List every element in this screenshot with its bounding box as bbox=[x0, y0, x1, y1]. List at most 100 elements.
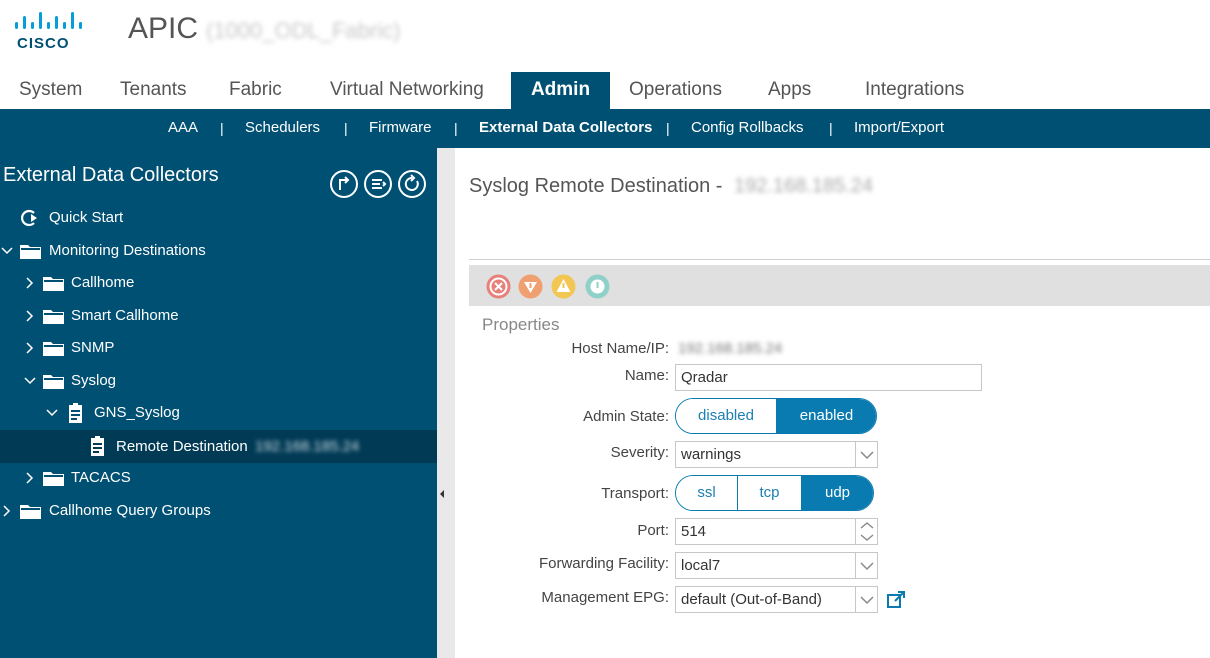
admin-state-label: Admin State: bbox=[583, 408, 669, 425]
header-bar: CISCO APIC (1000_ODL_Fabric) bbox=[0, 0, 1210, 72]
chevron-down-icon[interactable] bbox=[1, 245, 13, 257]
refresh-icon[interactable] bbox=[398, 170, 426, 198]
document-icon bbox=[69, 403, 82, 423]
pane-splitter[interactable] bbox=[437, 148, 455, 658]
folder-icon bbox=[20, 505, 41, 519]
subnav-schedulers[interactable]: Schedulers bbox=[245, 109, 320, 148]
open-external-icon[interactable] bbox=[886, 590, 906, 610]
divider bbox=[469, 259, 1210, 260]
tree-item-label: GNS_Syslog bbox=[94, 404, 180, 421]
tab-system[interactable]: System bbox=[19, 72, 82, 109]
tree-item-label: Monitoring Destinations bbox=[49, 242, 206, 259]
major-fault-icon[interactable] bbox=[518, 274, 543, 299]
page-title-text: Syslog Remote Destination - bbox=[469, 175, 723, 197]
tree-item-syslog[interactable]: Syslog bbox=[0, 366, 437, 396]
folder-icon bbox=[43, 277, 64, 291]
chevron-right-icon[interactable] bbox=[24, 472, 36, 484]
tree-item-gns-syslog[interactable]: GNS_Syslog bbox=[0, 398, 437, 428]
port-stepper[interactable] bbox=[855, 519, 877, 544]
fault-summary-bar bbox=[469, 265, 1210, 306]
tree-item-remote-destination[interactable]: Remote Destination 192.168.185.24 bbox=[0, 430, 437, 463]
tab-integrations[interactable]: Integrations bbox=[865, 72, 964, 109]
tab-apps[interactable]: Apps bbox=[768, 72, 811, 109]
tab-admin[interactable]: Admin bbox=[511, 72, 610, 109]
subnav-external-data-collectors[interactable]: External Data Collectors bbox=[479, 109, 652, 148]
severity-value: warnings bbox=[681, 446, 742, 463]
port-label: Port: bbox=[637, 522, 669, 539]
tab-fabric[interactable]: Fabric bbox=[229, 72, 282, 109]
tree-item-label: SNMP bbox=[71, 339, 115, 356]
admin-state-disabled-button[interactable]: disabled bbox=[676, 399, 777, 433]
tree-item-quick-start[interactable]: Quick Start bbox=[0, 203, 437, 233]
epg-label: Management EPG: bbox=[541, 589, 669, 606]
chevron-right-icon[interactable] bbox=[24, 277, 36, 289]
critical-fault-icon[interactable] bbox=[486, 274, 511, 299]
chevron-down-icon[interactable] bbox=[855, 442, 877, 467]
folder-icon bbox=[43, 375, 64, 389]
tab-operations[interactable]: Operations bbox=[629, 72, 722, 109]
chevron-down-icon[interactable] bbox=[855, 553, 877, 578]
transport-toggle: ssl tcp udp bbox=[675, 475, 874, 511]
transport-udp-button[interactable]: udp bbox=[802, 476, 873, 510]
chevron-right-icon[interactable] bbox=[24, 310, 36, 322]
transport-tcp-button[interactable]: tcp bbox=[738, 476, 802, 510]
sub-navigation: AAA | Schedulers | Firmware | External D… bbox=[0, 109, 1210, 148]
remote-destination-address: 192.168.185.24 bbox=[255, 438, 360, 455]
folder-icon bbox=[20, 245, 41, 259]
tree-item-label: Quick Start bbox=[49, 209, 124, 226]
chevron-down-icon[interactable] bbox=[855, 587, 877, 612]
chevron-down-icon[interactable] bbox=[46, 407, 58, 419]
host-value: 192.168.185.24 bbox=[678, 340, 783, 357]
tree-item-smart-callhome[interactable]: Smart Callhome bbox=[0, 301, 437, 331]
tree-item-tacacs[interactable]: TACACS bbox=[0, 463, 437, 493]
sidebar-title: External Data Collectors bbox=[3, 164, 219, 186]
host-label: Host Name/IP: bbox=[571, 340, 669, 357]
port-input[interactable]: 514 bbox=[675, 518, 878, 545]
sidebar: External Data Collectors Quick Start Mon… bbox=[0, 148, 437, 658]
subnav-firmware[interactable]: Firmware bbox=[369, 109, 432, 148]
name-input[interactable]: Qradar bbox=[675, 364, 982, 391]
subnav-aaa[interactable]: AAA bbox=[168, 109, 198, 148]
svg-text:CISCO: CISCO bbox=[17, 35, 70, 52]
tab-tenants[interactable]: Tenants bbox=[120, 72, 187, 109]
transport-label: Transport: bbox=[601, 485, 669, 502]
document-icon bbox=[91, 436, 104, 456]
facility-label: Forwarding Facility: bbox=[538, 555, 669, 572]
transport-ssl-button[interactable]: ssl bbox=[676, 476, 738, 510]
epg-value: default (Out-of-Band) bbox=[681, 591, 822, 608]
tree-action-icon[interactable] bbox=[330, 170, 358, 198]
collapse-left-icon[interactable] bbox=[438, 488, 446, 500]
port-value: 514 bbox=[681, 523, 707, 540]
severity-label: Severity: bbox=[610, 444, 669, 461]
subnav-import-export[interactable]: Import/Export bbox=[854, 109, 944, 148]
admin-state-enabled-button[interactable]: enabled bbox=[777, 399, 876, 433]
subnav-separator: | bbox=[666, 120, 670, 136]
facility-select[interactable]: local7 bbox=[675, 552, 878, 579]
chevron-right-icon[interactable] bbox=[1, 505, 13, 517]
chevron-right-icon[interactable] bbox=[24, 342, 36, 354]
folder-icon bbox=[43, 310, 64, 324]
facility-value: local7 bbox=[681, 557, 721, 574]
chevron-down-icon[interactable] bbox=[24, 375, 36, 387]
minor-fault-icon[interactable] bbox=[551, 274, 576, 299]
tree-item-callhome-query-groups[interactable]: Callhome Query Groups bbox=[0, 496, 437, 526]
quick-start-icon bbox=[21, 209, 37, 227]
tree-item-monitoring-destinations[interactable]: Monitoring Destinations bbox=[0, 236, 437, 266]
page-title: Syslog Remote Destination - 192.168.185.… bbox=[469, 175, 873, 198]
subnav-separator: | bbox=[344, 120, 348, 136]
tree-item-label: Callhome Query Groups bbox=[49, 502, 211, 519]
subnav-config-rollbacks[interactable]: Config Rollbacks bbox=[691, 109, 804, 148]
warning-fault-icon[interactable] bbox=[585, 274, 610, 299]
collapse-list-icon[interactable] bbox=[364, 170, 392, 198]
tree-item-callhome[interactable]: Callhome bbox=[0, 268, 437, 298]
tree-item-label: Remote Destination bbox=[116, 438, 248, 455]
subnav-separator: | bbox=[829, 120, 833, 136]
folder-icon bbox=[43, 472, 64, 486]
admin-state-toggle: disabled enabled bbox=[675, 398, 877, 434]
severity-select[interactable]: warnings bbox=[675, 441, 878, 468]
tab-virtual-networking[interactable]: Virtual Networking bbox=[330, 72, 484, 109]
epg-select[interactable]: default (Out-of-Band) bbox=[675, 586, 878, 613]
tree-item-snmp[interactable]: SNMP bbox=[0, 333, 437, 363]
app-title: APIC bbox=[128, 12, 199, 45]
folder-icon bbox=[43, 342, 64, 356]
